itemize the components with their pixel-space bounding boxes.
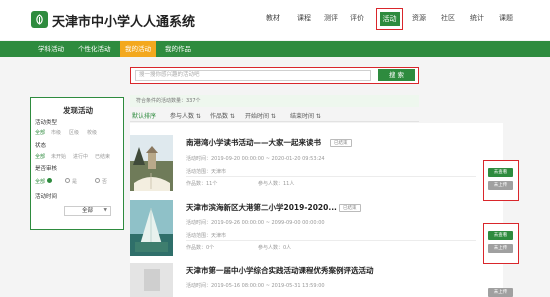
activity-works-count: 作品数：0个 xyxy=(186,245,215,251)
activity-time: 活动时间：2019-09-26 00:00:00 ~ 2099-09-00 00… xyxy=(186,220,325,226)
nav-item-huodong-label: 活动 xyxy=(379,12,400,26)
divider xyxy=(186,240,476,241)
page: 天津市中小学人人通系统 教材 课程 测评 评价 活动 资源 社区 统计 课题 学… xyxy=(0,0,550,297)
filter-review-no[interactable]: 否 xyxy=(102,178,107,185)
leaf-icon xyxy=(36,14,43,25)
activity-time-select-value: 全部 xyxy=(81,208,93,214)
activity-title[interactable]: 天津市第一届中小学综合实践活动课程优秀案例评选活动 xyxy=(186,265,374,276)
view-button[interactable]: 去查看 xyxy=(488,168,513,177)
filter-label-type: 活动类型 xyxy=(35,120,58,126)
nav-item-keti[interactable]: 课题 xyxy=(499,13,513,23)
subnav-my-activities[interactable]: 我的活动 xyxy=(120,41,156,57)
nav-item-ziyuan[interactable]: 资源 xyxy=(412,13,426,23)
activity-title[interactable]: 南港湾小学读书活动——大家一起来读书 xyxy=(186,137,321,148)
not-uploaded-button[interactable]: 未上传 xyxy=(488,181,513,190)
sort-default[interactable]: 默认排序 xyxy=(132,111,156,120)
activity-actions: 去查看 未上传 xyxy=(483,160,519,201)
nav-item-pingjia[interactable]: 评价 xyxy=(350,13,364,23)
activity-thumbnail[interactable] xyxy=(130,135,173,191)
status-badge: 已结束 xyxy=(339,204,361,212)
nav-item-huodong[interactable]: 活动 xyxy=(376,8,403,30)
activity-thumbnail[interactable] xyxy=(130,200,173,256)
activity-thumbnail[interactable] xyxy=(130,263,173,297)
nav-item-jiaocai[interactable]: 教材 xyxy=(266,13,280,23)
activity-works-count: 作品数：11个 xyxy=(186,181,218,187)
filter-status-not-started[interactable]: 未开始 xyxy=(51,153,66,160)
nav-item-kecheng[interactable]: 课程 xyxy=(297,13,311,23)
nav-item-tongji[interactable]: 统计 xyxy=(470,13,484,23)
activity-title[interactable]: 天津市滨海新区大港第二小学2019-2020... xyxy=(186,202,337,213)
sort-bar: 默认排序 参与人数 ⇅ 作品数 ⇅ 开始时间 ⇅ 结束时间 ⇅ xyxy=(130,108,419,120)
filter-status-ongoing[interactable]: 进行中 xyxy=(73,153,88,160)
discover-activities-panel: 发现活动 活动类型 全部 市级 区级 校级 状态 全部 未开始 进行中 已结束 … xyxy=(30,97,124,230)
activity-actions: 去查看 未上传 xyxy=(483,223,519,264)
panel-title: 发现活动 xyxy=(63,106,93,115)
filter-status-all[interactable]: 全部 xyxy=(35,153,45,160)
search-bar: 搜一搜你感兴趣的活动吧 搜 索 xyxy=(130,67,419,84)
view-button[interactable]: 去查看 xyxy=(488,231,513,240)
not-uploaded-button[interactable]: 未上传 xyxy=(488,288,513,297)
sort-end-time[interactable]: 结束时间 ⇅ xyxy=(290,111,321,120)
activity-time: 活动时间：2019-09-20 00:00:00 ~ 2020-01-20 09… xyxy=(186,156,325,162)
activity-participants-count: 参与人数：11人 xyxy=(258,181,295,187)
nav-item-ceping[interactable]: 测评 xyxy=(324,13,338,23)
activity-area: 活动范围：天津市 xyxy=(186,233,227,239)
filter-type-district[interactable]: 区级 xyxy=(69,129,79,136)
activity-area: 活动范围：天津市 xyxy=(186,169,227,175)
result-count: 符合条件的活动数量：337个 xyxy=(130,95,419,107)
top-header: 天津市中小学人人通系统 教材 课程 测评 评价 活动 资源 社区 统计 课题 xyxy=(0,0,550,40)
subnav-personalized-activities[interactable]: 个性化活动 xyxy=(73,41,116,57)
activity-participants-count: 参与人数：0人 xyxy=(258,245,292,251)
filter-type-city[interactable]: 市级 xyxy=(51,129,61,136)
divider xyxy=(186,176,476,177)
radio-review-no[interactable] xyxy=(95,178,100,183)
radio-review-all[interactable] xyxy=(47,178,52,183)
nav-item-shequ[interactable]: 社区 xyxy=(441,13,455,23)
sub-navigation: 学科活动 个性化活动 我的活动 我的作品 xyxy=(0,41,550,57)
filter-label-status: 状态 xyxy=(35,143,47,149)
subnav-subject-activities[interactable]: 学科活动 xyxy=(33,41,69,57)
chevron-down-icon: ▼ xyxy=(103,208,107,213)
sort-participants[interactable]: 参与人数 ⇅ xyxy=(170,111,201,120)
sort-start-time[interactable]: 开始时间 ⇅ xyxy=(245,111,276,120)
filter-review-all[interactable]: 全部 xyxy=(35,178,45,185)
sort-works[interactable]: 作品数 ⇅ xyxy=(210,111,235,120)
activity-time-select[interactable]: 全部 ▼ xyxy=(64,206,111,216)
filter-review-yes[interactable]: 是 xyxy=(72,178,77,185)
site-title: 天津市中小学人人通系统 xyxy=(52,15,196,30)
not-uploaded-button[interactable]: 未上传 xyxy=(488,244,513,253)
filter-label-review: 是否审核 xyxy=(35,166,58,172)
activity-time: 活动时间：2019-05-16 08:00:00 ~ 2019-05-31 13… xyxy=(186,283,325,289)
filter-type-school[interactable]: 校级 xyxy=(87,129,97,136)
status-badge: 已结束 xyxy=(330,139,352,147)
filter-status-ended[interactable]: 已结束 xyxy=(95,153,110,160)
filter-label-time: 活动时间 xyxy=(35,194,58,200)
search-input[interactable]: 搜一搜你感兴趣的活动吧 xyxy=(135,70,371,81)
filter-type-all[interactable]: 全部 xyxy=(35,129,45,136)
subnav-my-works[interactable]: 我的作品 xyxy=(160,41,196,57)
divider xyxy=(130,121,419,122)
radio-review-yes[interactable] xyxy=(65,178,70,183)
search-button[interactable]: 搜 索 xyxy=(378,69,415,81)
site-logo[interactable] xyxy=(31,11,48,28)
